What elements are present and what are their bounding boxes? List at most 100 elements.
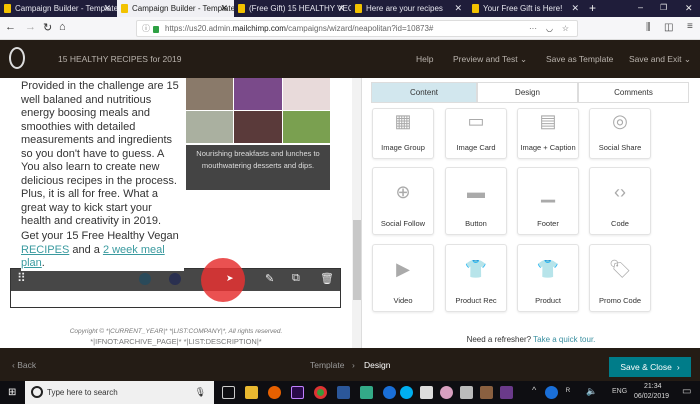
block-code[interactable]: ‹› Code — [589, 167, 651, 235]
firefox-icon[interactable] — [268, 386, 281, 399]
block-11-icon: 👕 — [536, 259, 560, 279]
browser-tab[interactable]: Your Free Gift is Here! ✕ — [468, 0, 585, 17]
word-icon[interactable] — [337, 386, 350, 399]
close-tab-icon[interactable]: ✕ — [220, 3, 228, 14]
tab-comments[interactable]: Comments — [578, 82, 689, 103]
preview-test-menu[interactable]: Preview and Test ⌄ — [453, 54, 527, 65]
block-12-icon: 🏷 — [608, 259, 632, 279]
back-icon[interactable]: ← — [5, 21, 16, 33]
food-image-collage[interactable] — [186, 78, 330, 143]
volume-icon[interactable]: 🔈 — [586, 386, 597, 397]
block-label: Video — [393, 296, 413, 305]
browser-tab[interactable]: (Free Gift) 15 HEALTHY VEGAN✕ — [234, 0, 351, 17]
email-body-text: Provided in the challenge are 15 well ba… — [21, 80, 184, 229]
block-image-card[interactable]: ▭ Image Card — [445, 108, 507, 159]
scrollbar[interactable] — [352, 78, 361, 348]
reload-icon[interactable]: ↻ — [43, 21, 52, 34]
menu-icon[interactable]: ≡ — [687, 21, 693, 32]
photos-icon[interactable] — [480, 386, 493, 399]
cta-paragraph: Get your 15 Free Healthy Vegan RECIPES a… — [21, 230, 184, 271]
block-product[interactable]: 👕 Product — [517, 244, 579, 312]
clock-time[interactable]: 21:34 — [644, 383, 662, 390]
block-button[interactable]: ▬ Button — [445, 167, 507, 235]
restore-icon[interactable]: ❐ — [660, 3, 667, 12]
save-exit-menu[interactable]: Save and Exit ⌄ — [629, 54, 691, 65]
block-6-icon: ▬ — [467, 182, 485, 202]
close-tab-icon[interactable]: ✕ — [454, 3, 462, 14]
delete-trash-icon[interactable]: 🗑 — [320, 272, 334, 285]
language-indicator[interactable]: ENG — [612, 388, 627, 395]
facebook-icon — [169, 273, 181, 285]
chrome-icon[interactable] — [314, 386, 327, 399]
step-design[interactable]: Design — [364, 360, 390, 370]
forward-icon[interactable]: → — [25, 21, 36, 33]
selected-block[interactable]: ⠿ ➤ ✎ ⧉ 🗑 — [10, 258, 341, 308]
click-indicator — [201, 258, 245, 302]
numbers-app-icon[interactable] — [500, 386, 513, 399]
microphone-icon[interactable]: 🎙 — [195, 387, 206, 398]
block-10-icon: 👕 — [464, 259, 488, 279]
new-tab-icon[interactable]: + — [589, 1, 596, 15]
browser-tab[interactable]: Campaign Builder - Template ✕ — [0, 0, 117, 17]
browser-tab[interactable]: Here are your recipes ✕ — [351, 0, 468, 17]
duplicate-icon[interactable]: ⧉ — [292, 272, 300, 285]
notifications-icon[interactable]: ▭ — [682, 386, 691, 397]
block-label: Social Share — [598, 143, 642, 152]
clock-date[interactable]: 06/02/2019 — [634, 393, 669, 400]
block-toolbar: ⠿ ➤ ✎ ⧉ 🗑 — [11, 258, 340, 302]
file-explorer-icon[interactable] — [245, 386, 258, 399]
block-video[interactable]: ▶ Video — [372, 244, 434, 312]
quick-tour-link[interactable]: Take a quick tour. — [533, 335, 595, 344]
tab-design[interactable]: Design — [477, 82, 578, 103]
url-input[interactable]: ⓘ https://us20.admin. mailchimp.com/campa… — [136, 20, 578, 37]
drag-handle-icon[interactable]: ⠿ — [17, 271, 26, 285]
overflow-chevron-icon[interactable]: ^ — [532, 385, 536, 395]
block-social-share[interactable]: ◎ Social Share — [589, 108, 651, 159]
home-icon[interactable]: ⌂ — [59, 21, 66, 33]
browser-tab-active[interactable]: Campaign Builder - Template ✕ — [117, 0, 234, 17]
recipes-link[interactable]: RECIPES — [21, 244, 69, 256]
help-app-icon[interactable] — [545, 386, 558, 399]
block-label: Image + Caption — [520, 143, 576, 152]
sidebar-icon[interactable]: ◫ — [664, 22, 673, 33]
close-tab-icon[interactable]: ✕ — [337, 3, 345, 14]
premiere-icon[interactable] — [291, 386, 304, 399]
more-icon[interactable]: ··· — [529, 24, 537, 33]
close-window-icon[interactable]: ✕ — [685, 3, 693, 14]
block-image-caption[interactable]: ▤ Image + Caption — [517, 108, 579, 159]
taskbar-search-input[interactable]: Type here to search 🎙 — [25, 381, 214, 404]
mail-icon[interactable] — [420, 386, 433, 399]
step-template[interactable]: Template — [310, 360, 345, 370]
task-view-icon[interactable] — [222, 386, 235, 399]
windows-taskbar: ⊞ Type here to search 🎙 ^ ᴿ 🔈 ENG 21:34 … — [0, 381, 700, 404]
app-icon[interactable] — [360, 386, 373, 399]
block-5-icon: ⊕ — [395, 182, 411, 202]
block-product-rec[interactable]: 👕 Product Rec — [445, 244, 507, 312]
back-button[interactable]: ‹ Back — [12, 360, 36, 370]
block-promo-code[interactable]: 🏷 Promo Code — [589, 244, 651, 312]
skype-icon[interactable] — [400, 386, 413, 399]
close-tab-icon[interactable]: ✕ — [103, 3, 111, 14]
paint-icon[interactable] — [440, 386, 453, 399]
help-link[interactable]: Help — [416, 54, 433, 64]
mailchimp-logo-icon[interactable] — [9, 47, 25, 69]
windows-start-icon[interactable]: ⊞ — [8, 387, 16, 398]
people-icon[interactable]: ᴿ — [566, 386, 570, 396]
save-close-button[interactable]: Save & Close › — [609, 357, 691, 377]
block-image-group[interactable]: ▦ Image Group — [372, 108, 434, 159]
save-as-template-button[interactable]: Save as Template — [546, 54, 613, 64]
edge-icon[interactable] — [383, 386, 396, 399]
pocket-icon[interactable]: ◡ — [546, 24, 553, 33]
calculator-icon[interactable] — [460, 386, 473, 399]
edit-pencil-icon[interactable]: ✎ — [265, 272, 274, 285]
tab-content[interactable]: Content — [371, 82, 477, 103]
library-icon[interactable]: ⫼ — [646, 22, 651, 33]
info-icon[interactable]: ⓘ — [142, 23, 150, 34]
block-social-follow[interactable]: ⊕ Social Follow — [372, 167, 434, 235]
navigation-bar: ← → ↻ ⌂ ⓘ https://us20.admin. mailchimp.c… — [0, 17, 700, 40]
close-tab-icon[interactable]: ✕ — [571, 3, 579, 14]
paragraph: Provided in the challenge are 15 well ba… — [21, 80, 179, 227]
bookmark-star-icon[interactable]: ☆ — [562, 24, 569, 33]
block-footer[interactable]: ▁ Footer — [517, 167, 579, 235]
minimize-icon[interactable]: – — [638, 2, 643, 12]
